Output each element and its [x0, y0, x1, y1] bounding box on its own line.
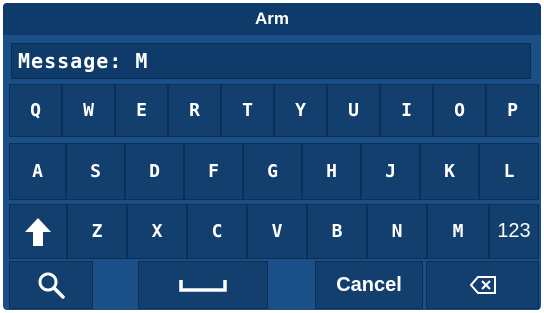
key-label: 123 — [497, 220, 531, 242]
key-label: T — [242, 100, 253, 121]
key-label: D — [149, 161, 160, 182]
key-label: U — [348, 100, 359, 121]
key-label: B — [331, 221, 343, 242]
key-label: J — [385, 161, 396, 182]
key-s[interactable]: S — [66, 143, 125, 200]
key-b[interactable]: B — [307, 204, 367, 259]
key-g[interactable]: G — [243, 143, 302, 200]
window-title: Arm — [3, 3, 541, 35]
up-arrow-icon — [24, 217, 52, 247]
search-button[interactable] — [9, 261, 93, 309]
key-label: L — [503, 161, 515, 182]
backspace-icon — [469, 275, 497, 295]
key-label: Y — [295, 100, 306, 121]
key-label: F — [208, 161, 219, 182]
cancel-label: Cancel — [336, 273, 402, 296]
key-v[interactable]: V — [247, 204, 307, 259]
key-o[interactable]: O — [433, 84, 486, 137]
key-label: N — [391, 221, 403, 242]
numbers-key[interactable]: 123 — [489, 204, 539, 259]
message-field[interactable]: Message: M — [11, 43, 531, 79]
key-d[interactable]: D — [125, 143, 184, 200]
key-i[interactable]: I — [380, 84, 433, 137]
key-label: E — [136, 100, 147, 121]
key-r[interactable]: R — [168, 84, 221, 137]
key-z[interactable]: Z — [67, 204, 127, 259]
key-h[interactable]: H — [302, 143, 361, 200]
key-label: Z — [91, 221, 103, 242]
key-j[interactable]: J — [361, 143, 420, 200]
key-m[interactable]: M — [427, 204, 489, 259]
key-label: Q — [30, 100, 41, 121]
key-e[interactable]: E — [115, 84, 168, 137]
keyboard-panel: Arm Message: M Q W E R T Y U I O P A S D… — [3, 3, 541, 310]
key-x[interactable]: X — [127, 204, 187, 259]
key-label: H — [326, 161, 337, 182]
key-q[interactable]: Q — [9, 84, 62, 137]
key-label: W — [83, 100, 94, 121]
key-t[interactable]: T — [221, 84, 274, 137]
key-label: C — [211, 221, 223, 242]
key-label: M — [452, 221, 464, 242]
key-p[interactable]: P — [486, 84, 539, 137]
key-label: K — [444, 161, 455, 182]
space-bar-icon — [178, 276, 228, 294]
key-label: G — [267, 161, 278, 182]
backspace-button[interactable] — [426, 261, 539, 309]
key-label: P — [507, 100, 518, 121]
key-w[interactable]: W — [62, 84, 115, 137]
key-a[interactable]: A — [9, 143, 66, 200]
key-l[interactable]: L — [479, 143, 539, 200]
search-icon — [37, 271, 65, 299]
key-y[interactable]: Y — [274, 84, 327, 137]
key-label: I — [401, 100, 412, 121]
space-key[interactable] — [138, 261, 268, 309]
key-u[interactable]: U — [327, 84, 380, 137]
key-n[interactable]: N — [367, 204, 427, 259]
cancel-button[interactable]: Cancel — [315, 261, 423, 309]
key-k[interactable]: K — [420, 143, 479, 200]
key-c[interactable]: C — [187, 204, 247, 259]
key-label: V — [271, 221, 283, 242]
key-label: A — [32, 161, 43, 182]
key-label: O — [454, 100, 465, 121]
key-label: S — [90, 161, 101, 182]
key-f[interactable]: F — [184, 143, 243, 200]
shift-key[interactable] — [9, 204, 67, 259]
key-label: R — [189, 100, 200, 121]
key-label: X — [151, 221, 163, 242]
